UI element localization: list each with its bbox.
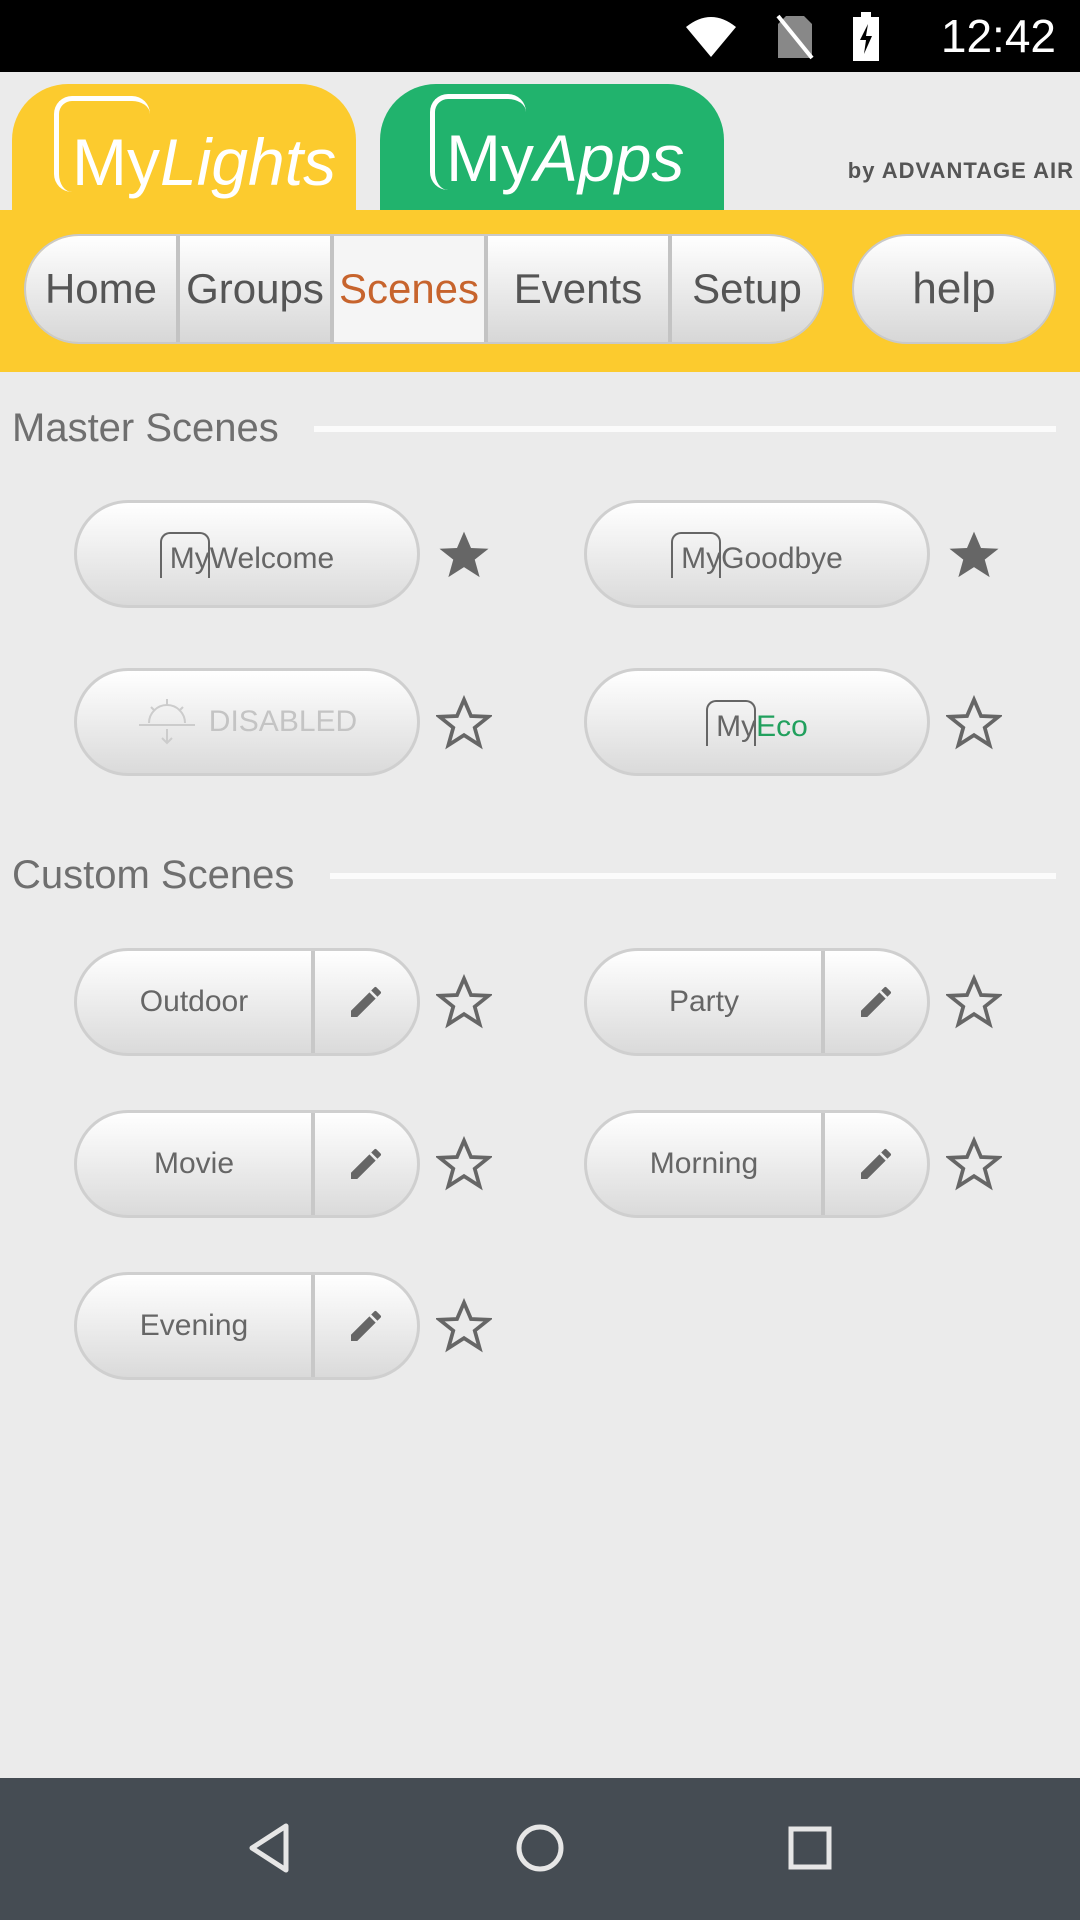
favorite-star-icon[interactable] <box>946 695 1002 751</box>
favorite-filled-star-icon[interactable] <box>436 527 492 583</box>
scene-disabled-button[interactable]: DISABLED <box>74 668 420 776</box>
favorite-filled-star-icon[interactable] <box>946 527 1002 583</box>
scene-mygoodbye-button[interactable]: My Goodbye <box>584 500 930 608</box>
tab-mylights[interactable]: MyLights <box>12 84 356 210</box>
master-scenes-title: Master Scenes <box>12 406 279 450</box>
recents-icon[interactable] <box>780 1818 840 1878</box>
myapps-logo: MyApps <box>446 120 684 196</box>
scene-morning-edit[interactable] <box>825 1113 927 1215</box>
main-nav: Home Groups Scenes Events Setup <box>24 234 824 344</box>
scene-evening-edit[interactable] <box>315 1275 417 1377</box>
battery-icon <box>853 12 879 61</box>
scene-myeco-button[interactable]: My Eco <box>584 668 930 776</box>
myapps-logo-word: Apps <box>533 121 685 195</box>
back-icon[interactable] <box>240 1818 300 1878</box>
pencil-icon <box>351 1310 381 1341</box>
mylights-logo: MyLights <box>72 124 336 200</box>
mylights-logo-word: Lights <box>159 125 337 199</box>
nav-events[interactable]: Events <box>488 236 672 342</box>
pencil-icon <box>351 986 381 1017</box>
section-divider <box>314 426 1056 432</box>
scene-my-text: My <box>716 710 757 743</box>
scene-party-edit[interactable] <box>825 951 927 1053</box>
favorite-star-icon[interactable] <box>946 1136 1002 1192</box>
favorite-star-icon[interactable] <box>946 974 1002 1030</box>
scene-name-text: Welcome <box>209 542 335 575</box>
scene-outdoor-edit[interactable] <box>315 951 417 1053</box>
scene-my-text: My <box>169 542 210 575</box>
scene-outdoor-button: Outdoor <box>74 948 420 1056</box>
pencil-icon <box>351 1148 381 1179</box>
nav-home[interactable]: Home <box>26 236 180 342</box>
no-sim-icon <box>776 14 814 60</box>
scene-name-text: Goodbye <box>721 542 843 575</box>
favorite-star-icon[interactable] <box>436 1136 492 1192</box>
scene-party-button: Party <box>584 948 930 1056</box>
favorite-star-icon[interactable] <box>436 974 492 1030</box>
status-time: 12:42 <box>940 10 1056 62</box>
wifi-icon <box>686 17 736 57</box>
tab-myapps[interactable]: MyApps <box>380 84 724 210</box>
sunset-icon <box>138 699 195 745</box>
favorite-star-icon[interactable] <box>436 695 492 751</box>
scene-my-text: My <box>681 542 722 575</box>
scene-outdoor-activate[interactable]: Outdoor <box>77 951 315 1053</box>
scene-mywelcome-button[interactable]: My Welcome <box>74 500 420 608</box>
system-nav-bar <box>0 1778 1080 1920</box>
scene-movie-button: Movie <box>74 1110 420 1218</box>
scene-mywelcome-label: My Welcome <box>159 532 335 578</box>
nav-band: Home Groups Scenes Events Setup help <box>0 210 1080 372</box>
scene-morning-button: Morning <box>584 1110 930 1218</box>
scene-morning-activate[interactable]: Morning <box>587 1113 825 1215</box>
app-header: MyLights MyApps by ADVANTAGE AIR <box>0 72 1080 210</box>
status-icons <box>684 12 880 62</box>
status-bar: 12:42 <box>0 0 1080 72</box>
scene-myeco-label: My Eco <box>706 700 808 746</box>
scene-movie-edit[interactable] <box>315 1113 417 1215</box>
nav-groups[interactable]: Groups <box>180 236 334 342</box>
home-icon[interactable] <box>510 1818 570 1878</box>
scene-evening-activate[interactable]: Evening <box>77 1275 315 1377</box>
myapps-logo-my: My <box>446 121 534 195</box>
help-button[interactable]: help <box>852 234 1056 344</box>
scene-party-activate[interactable]: Party <box>587 951 825 1053</box>
nav-scenes[interactable]: Scenes <box>334 236 488 342</box>
pencil-icon <box>861 986 891 1017</box>
custom-scenes-title: Custom Scenes <box>12 853 295 897</box>
scene-movie-activate[interactable]: Movie <box>77 1113 315 1215</box>
brand-label: by ADVANTAGE AIR <box>847 158 1074 183</box>
favorite-star-icon[interactable] <box>436 1298 492 1354</box>
nav-setup[interactable]: Setup <box>672 236 822 342</box>
mylights-logo-my: My <box>72 125 160 199</box>
pencil-icon <box>861 1148 891 1179</box>
scene-name-text: Eco <box>756 710 808 743</box>
scene-disabled-label: DISABLED <box>208 705 358 738</box>
scene-mygoodbye-label: My Goodbye <box>671 532 843 578</box>
scene-evening-button: Evening <box>74 1272 420 1380</box>
section-divider <box>330 873 1056 879</box>
